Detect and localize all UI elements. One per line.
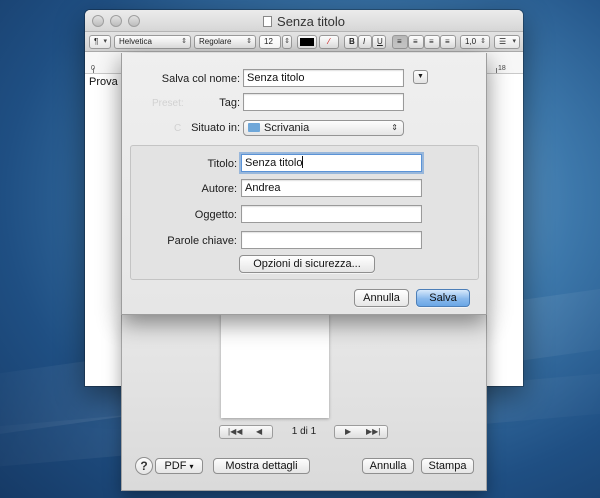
keywords-field[interactable] — [241, 231, 422, 249]
title-bar: Senza titolo — [85, 10, 523, 32]
align-right-button[interactable]: ≡ — [424, 35, 440, 49]
security-options-button[interactable]: Opzioni di sicurezza... — [239, 255, 375, 273]
folder-icon — [248, 123, 260, 132]
help-button[interactable]: ? — [135, 457, 153, 475]
preview-forward-buttons[interactable]: ▶ ▶▶| — [334, 425, 388, 439]
subject-label: Oggetto: — [194, 209, 237, 221]
show-details-button[interactable]: Mostra dettagli — [213, 458, 310, 474]
format-toolbar: ¶ ▾ Helvetica ⇕ Regolare ⇕ 12 ⇕ ⁄ B I U ≡ ≡… — [85, 32, 523, 52]
text-color-swatch — [300, 38, 314, 46]
ruler-end-number: 18 — [498, 65, 506, 72]
title-field[interactable]: Senza titolo — [241, 154, 422, 172]
list-bullets-popup[interactable]: ☰ ▾ — [494, 35, 520, 49]
where-label: Situato in: — [191, 122, 240, 134]
print-sheet: |◀◀ ◀ 1 di 1 ▶ ▶▶| ? PDF ▾ Mostra dettag… — [121, 314, 487, 491]
chevron-down-icon: ▾ — [189, 462, 194, 471]
ruler-tick — [496, 68, 497, 73]
font-size-field[interactable]: 12 — [259, 35, 281, 49]
paragraph-styles-popup[interactable]: ¶ ▾ — [89, 35, 111, 49]
author-label: Autore: — [201, 183, 237, 195]
chevron-down-icon: ▼ — [417, 73, 424, 80]
text-caret — [302, 156, 304, 168]
font-style-popup[interactable]: Regolare ⇕ — [194, 35, 256, 49]
document-icon — [263, 16, 273, 27]
print-preview-page — [221, 314, 329, 418]
save-button[interactable]: Salva — [416, 289, 470, 307]
justify-button[interactable]: ≡ — [440, 35, 456, 49]
last-page-icon[interactable]: ▶▶| — [366, 426, 380, 438]
tags-label: Tag: — [219, 97, 240, 109]
keywords-label: Parole chiave: — [167, 235, 237, 247]
align-center-button[interactable]: ≡ — [408, 35, 424, 49]
font-size-stepper[interactable]: ⇕ — [282, 35, 292, 49]
tags-field[interactable] — [243, 93, 404, 111]
line-spacing-popup[interactable]: 1,0 ⇕ — [460, 35, 490, 49]
italic-button[interactable]: I — [358, 35, 372, 49]
subject-field[interactable] — [241, 205, 422, 223]
print-cancel-button[interactable]: Annulla — [362, 458, 414, 474]
where-location-popup[interactable]: Scrivania ⇕ — [243, 120, 404, 136]
next-page-icon[interactable]: ▶ — [345, 426, 351, 438]
cancel-save-button[interactable]: Annulla — [354, 289, 409, 307]
document-properties-box: Titolo: Senza titolo Autore: Andrea Ogge… — [130, 145, 479, 280]
title-label: Titolo: — [207, 158, 237, 170]
underline-button[interactable]: U — [372, 35, 386, 49]
align-left-button[interactable]: ≡ — [392, 35, 408, 49]
expand-dialog-button[interactable]: ▼ — [413, 70, 428, 84]
text-color-well[interactable] — [297, 35, 317, 49]
background-color-well[interactable]: ⁄ — [319, 35, 339, 49]
updown-arrows-icon: ⇕ — [391, 123, 398, 132]
author-field[interactable]: Andrea — [241, 179, 422, 197]
print-button[interactable]: Stampa — [421, 458, 474, 474]
save-as-field[interactable]: Senza titolo — [243, 69, 404, 87]
pdf-menu-button[interactable]: PDF ▾ — [155, 458, 203, 474]
font-family-popup[interactable]: Helvetica ⇕ — [114, 35, 191, 49]
save-as-label: Salva col nome: — [161, 73, 240, 85]
ruler-tick — [93, 68, 94, 73]
save-dialog-sheet: Preset: C Pagine: Salva col nome: Senza … — [121, 53, 487, 315]
bold-button[interactable]: B — [344, 35, 358, 49]
page-count-label: 1 di 1 — [291, 426, 317, 437]
window-title: Senza titolo — [85, 14, 523, 29]
document-body-text[interactable]: Prova — [89, 76, 118, 88]
